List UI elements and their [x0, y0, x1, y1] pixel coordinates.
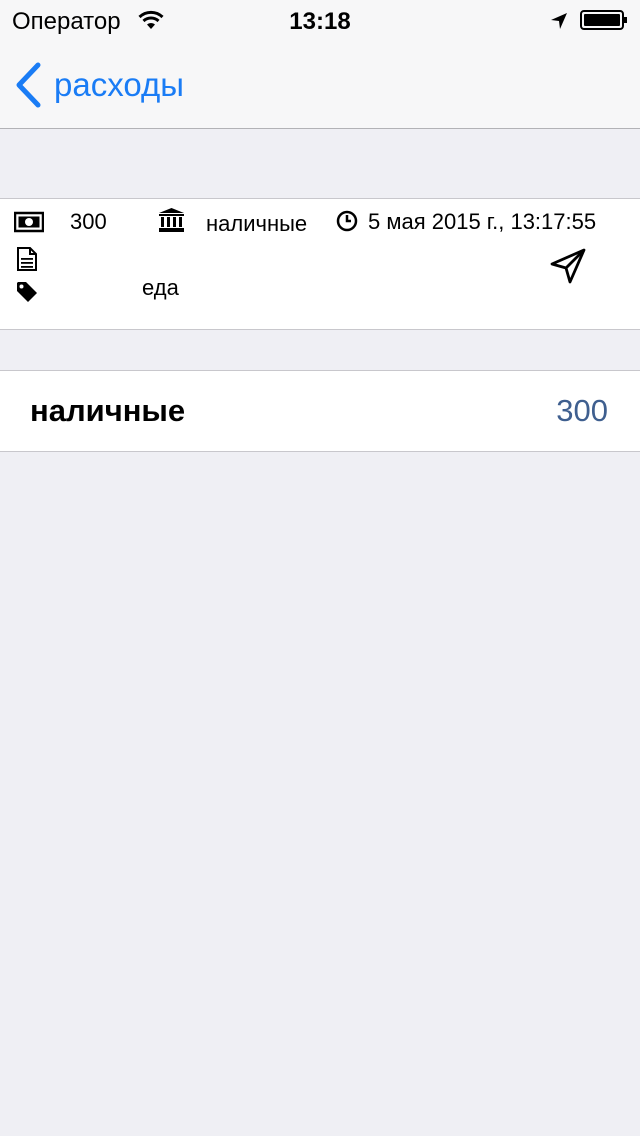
send-icon[interactable]: [549, 247, 587, 285]
tag-icon: [17, 282, 37, 302]
status-time: 13:18: [289, 8, 351, 35]
account-row[interactable]: наличные 300: [0, 370, 640, 452]
clock-icon: [336, 210, 358, 232]
expense-entry[interactable]: 300 наличные 5 мая 2015 г., 13:17:55 еда: [0, 198, 640, 330]
document-icon: [17, 247, 37, 271]
battery-icon: [580, 10, 627, 30]
back-button-label: расходы: [54, 66, 184, 103]
entry-account: наличные: [206, 211, 308, 236]
navigation-bar: Оператор 13:18 расходы: [0, 0, 640, 129]
account-amount: 300: [556, 393, 608, 428]
entry-amount: 300: [70, 209, 107, 234]
location-arrow-icon: [551, 13, 567, 29]
money-icon: [14, 211, 44, 233]
back-button[interactable]: расходы: [14, 60, 184, 110]
chevron-left-icon: [16, 62, 41, 108]
account-name: наличные: [30, 393, 186, 428]
entry-category: еда: [142, 275, 179, 300]
status-bar: Оператор 13:18: [0, 0, 640, 40]
entry-datetime: 5 мая 2015 г., 13:17:55: [368, 209, 597, 234]
bank-icon: [159, 208, 184, 232]
